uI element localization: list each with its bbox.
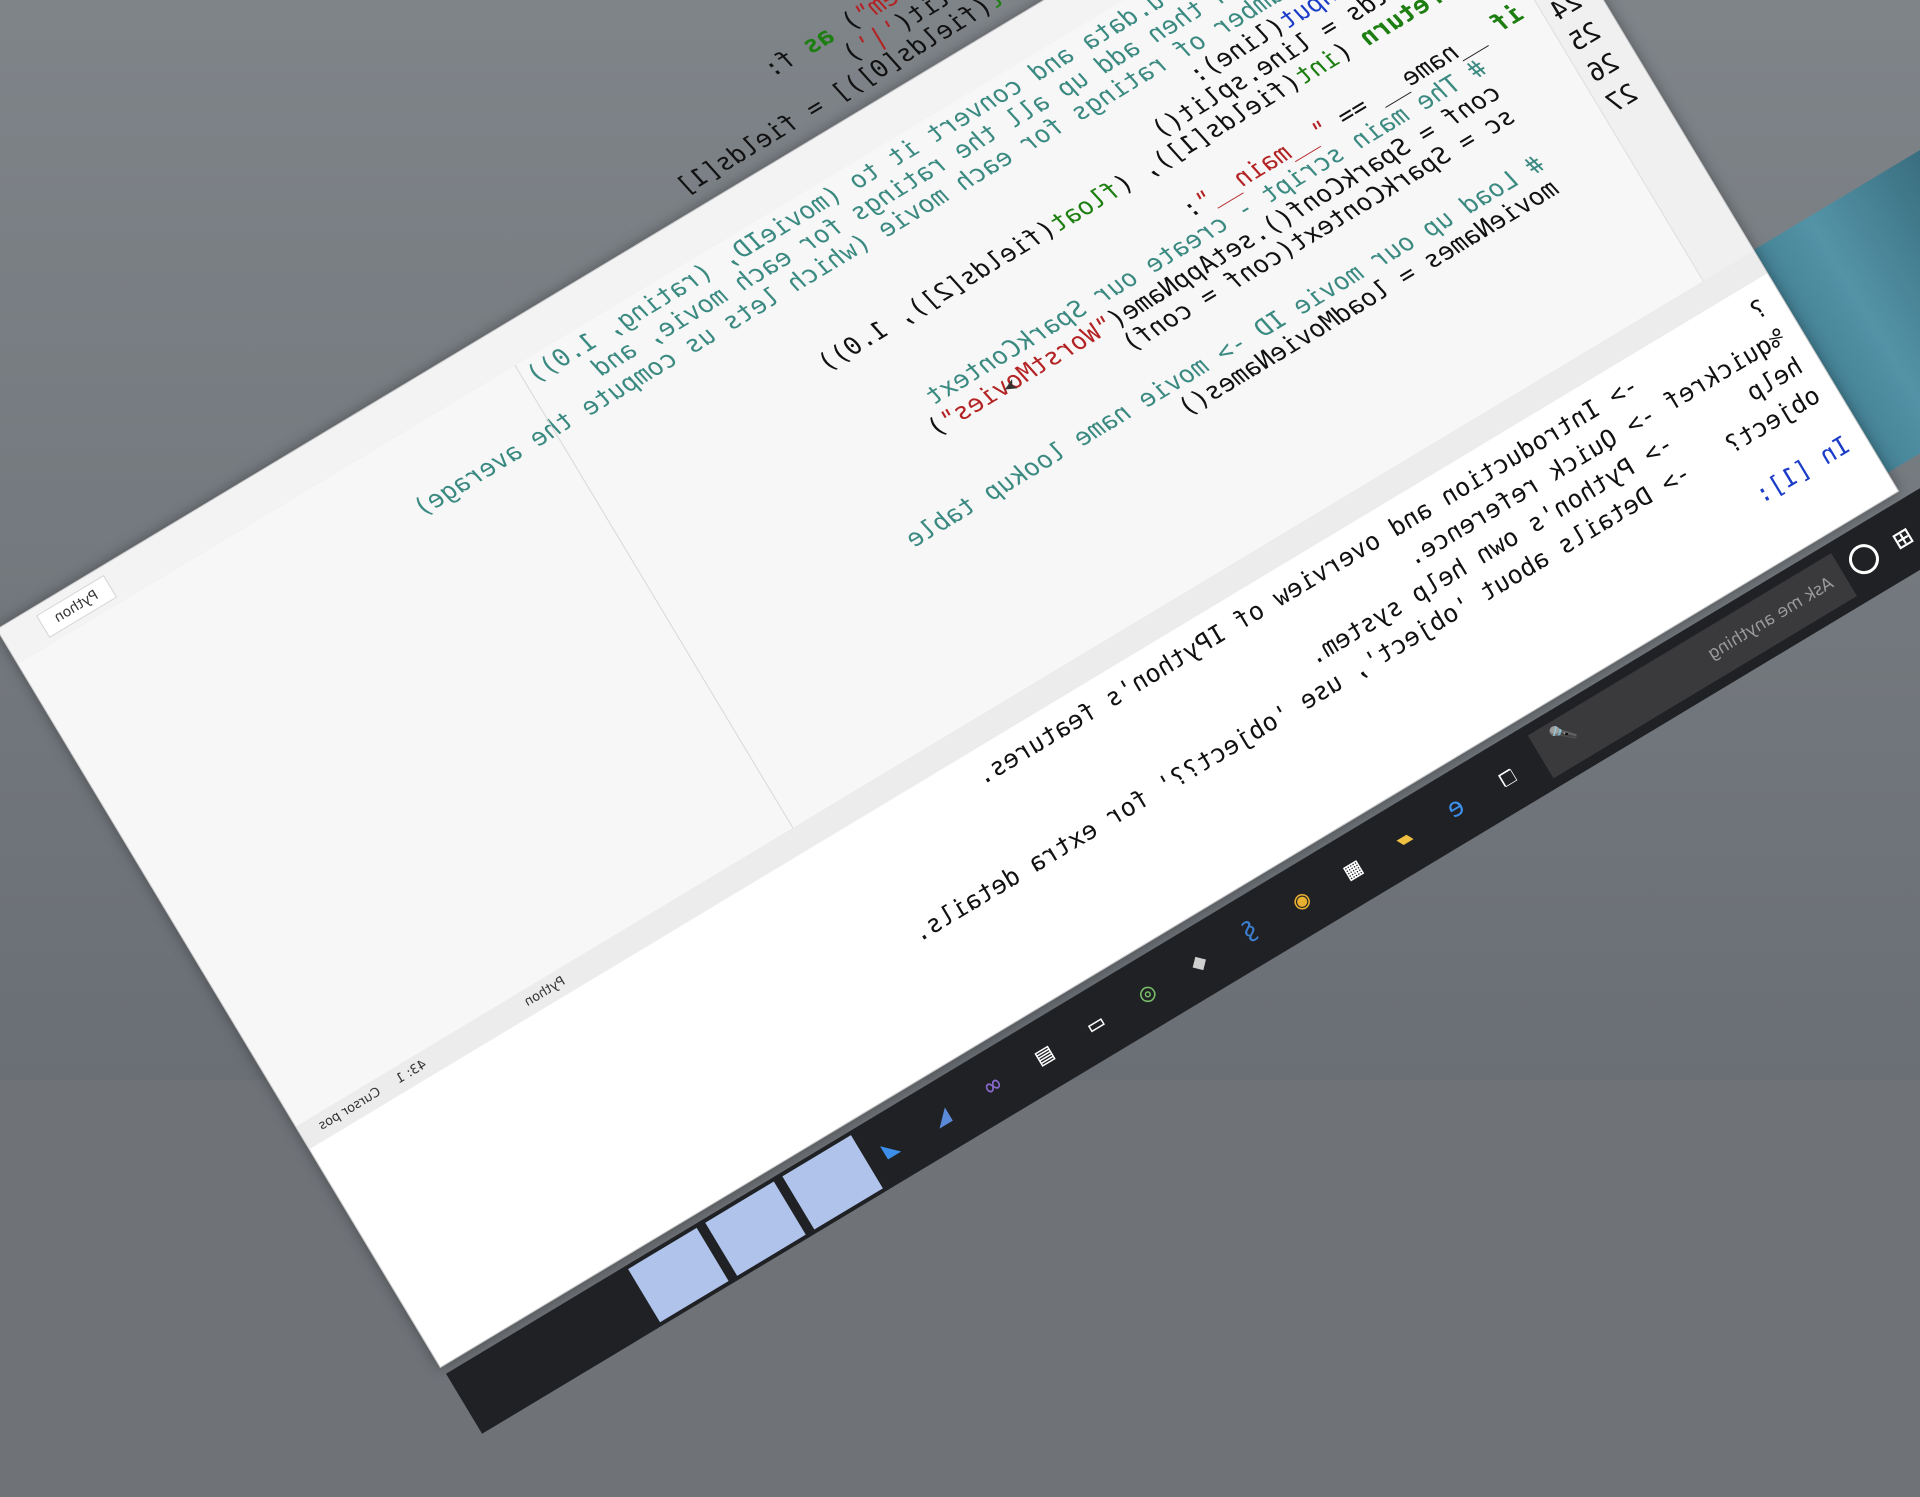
task-view-icon[interactable]: ❐ bbox=[1476, 745, 1539, 808]
unity-icon[interactable]: ◆ bbox=[1167, 931, 1230, 994]
infinity-icon[interactable]: ∞ bbox=[961, 1054, 1024, 1117]
calculator-icon[interactable]: ▤ bbox=[1013, 1024, 1076, 1087]
code-token: float bbox=[1045, 174, 1125, 239]
anaconda-icon[interactable]: ◎ bbox=[1116, 962, 1179, 1025]
windows-logo-icon[interactable]: ⊞ bbox=[1874, 510, 1920, 568]
store-icon[interactable]: ▦ bbox=[1321, 838, 1384, 901]
visual-studio-icon[interactable]: ◣ bbox=[910, 1085, 973, 1148]
cortana-icon[interactable] bbox=[1843, 538, 1885, 580]
edge-divider bbox=[514, 365, 794, 829]
terminal-icon[interactable]: ▭ bbox=[1064, 993, 1127, 1056]
python-icon[interactable]: § bbox=[1219, 900, 1282, 963]
chrome-icon[interactable]: ◉ bbox=[1270, 869, 1333, 932]
edge-icon[interactable]: e bbox=[1424, 776, 1487, 839]
file-explorer-icon[interactable]: ▰ bbox=[1373, 807, 1436, 870]
